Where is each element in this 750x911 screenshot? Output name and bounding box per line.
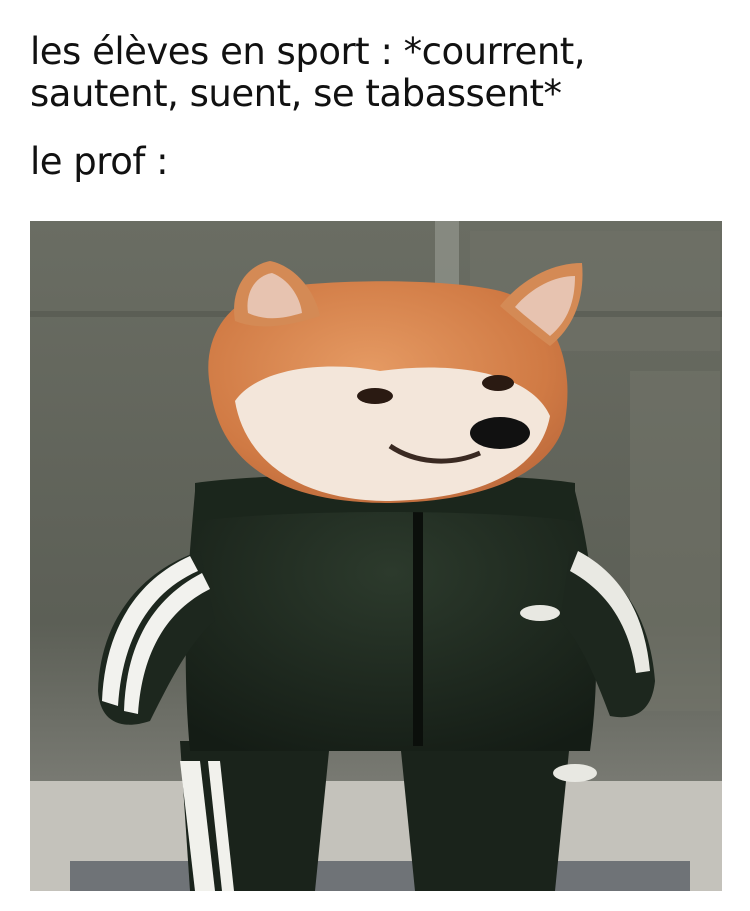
- left-eye: [357, 388, 393, 404]
- caption-line-1: les élèves en sport : *courrent,: [30, 30, 586, 73]
- caption-line-3: le prof :: [30, 140, 169, 183]
- right-eye: [482, 375, 514, 391]
- jacket-logo: [520, 605, 560, 621]
- floor-mat: [70, 861, 690, 891]
- meme-photo: [30, 221, 722, 891]
- right-leg: [400, 741, 570, 891]
- dog-nose: [470, 417, 530, 449]
- jacket-zipper: [413, 496, 423, 746]
- pants-logo: [553, 764, 597, 782]
- caption-line-2: sautent, suent, se tabassent*: [30, 72, 562, 115]
- shiba-tracksuit-illustration: [30, 221, 722, 891]
